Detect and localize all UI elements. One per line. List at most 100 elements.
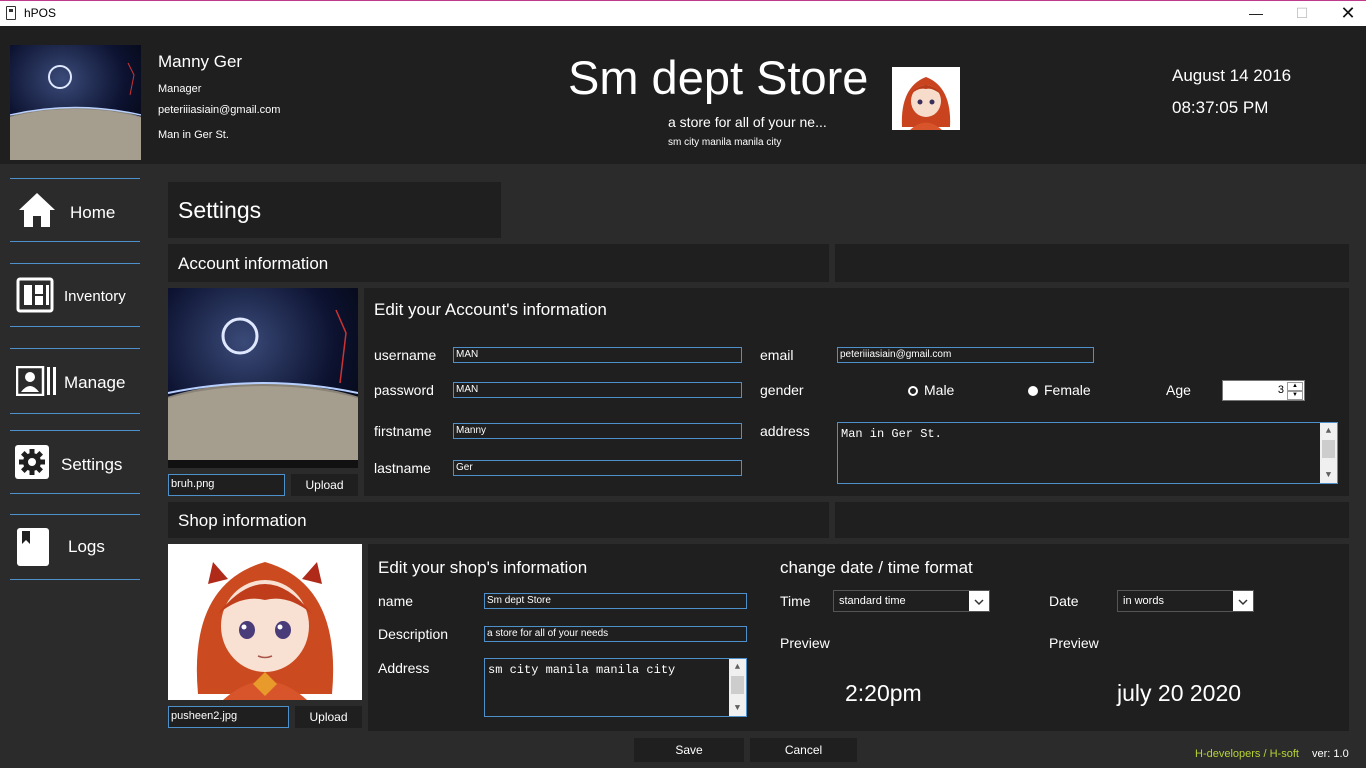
- sidebar-item-home[interactable]: Home: [10, 178, 140, 242]
- chevron-down-icon: [969, 591, 989, 611]
- password-label: password: [374, 382, 434, 398]
- sidebar-item-logs[interactable]: Logs: [10, 514, 140, 580]
- scroll-up-icon[interactable]: ▲: [729, 659, 746, 675]
- date-format-label: Date: [1049, 593, 1079, 609]
- time-preview-value: 2:20pm: [845, 680, 922, 706]
- store-address: sm city manila manila city: [668, 137, 782, 148]
- username-field[interactable]: MAN: [453, 347, 742, 363]
- shop-address-label: Address: [378, 660, 430, 676]
- cancel-button[interactable]: Cancel: [750, 738, 857, 762]
- time-format-label: Time: [780, 593, 811, 609]
- shop-header-filler: [835, 502, 1349, 538]
- manage-icon: [16, 366, 56, 396]
- address-field[interactable]: Man in Ger St. ▲ ▼: [837, 422, 1338, 484]
- address-label: address: [760, 423, 810, 439]
- store-name: Sm dept Store: [568, 51, 869, 104]
- home-icon: [19, 193, 55, 227]
- account-upload-button[interactable]: Upload: [291, 474, 358, 496]
- shop-edit-title: Edit your shop's information: [378, 558, 588, 577]
- date-preview-value: july 20 2020: [1117, 680, 1242, 706]
- firstname-field[interactable]: Manny: [453, 423, 742, 439]
- header-date: August 14 2016: [1172, 66, 1292, 85]
- scroll-up-icon[interactable]: ▲: [1320, 423, 1337, 439]
- save-button[interactable]: Save: [634, 738, 744, 762]
- radio-unselected-icon: [908, 386, 918, 396]
- lastname-field[interactable]: Ger: [453, 460, 742, 476]
- page-title-box: Settings: [168, 182, 501, 238]
- gender-label: gender: [760, 382, 804, 398]
- maximize-button[interactable]: ☐: [1279, 1, 1325, 26]
- shop-photo: [168, 544, 362, 700]
- scroll-thumb[interactable]: [1322, 440, 1335, 458]
- time-preview-label: Preview: [780, 635, 830, 651]
- sidebar-item-settings[interactable]: Settings: [10, 430, 140, 494]
- store-tagline: a store for all of your ne...: [668, 114, 827, 130]
- sidebar-item-inventory[interactable]: Inventory: [10, 263, 140, 327]
- gear-icon: [15, 445, 49, 479]
- shop-photo-filename[interactable]: pusheen2.jpg: [168, 706, 289, 728]
- address-scrollbar[interactable]: ▲ ▼: [1320, 423, 1337, 483]
- shop-address-field[interactable]: sm city manila manila city ▲ ▼: [484, 658, 747, 717]
- sidebar-item-manage[interactable]: Manage: [10, 348, 140, 414]
- page-title: Settings: [178, 197, 262, 223]
- shop-name-field[interactable]: Sm dept Store: [484, 593, 747, 609]
- age-value: 3: [1277, 384, 1284, 396]
- user-role: Manager: [158, 83, 202, 95]
- password-field[interactable]: MAN: [453, 382, 742, 398]
- user-address: Man in Ger St.: [158, 129, 229, 141]
- header-time: 08:37:05 PM: [1172, 98, 1269, 117]
- account-section-title: Account information: [178, 254, 329, 273]
- gender-female-radio[interactable]: Female: [1028, 382, 1091, 398]
- spin-up-icon[interactable]: ▲: [1287, 382, 1303, 391]
- sidebar: Home Inventory Manage Settings Logs: [0, 164, 150, 768]
- lastname-label: lastname: [374, 460, 431, 476]
- shop-upload-button[interactable]: Upload: [295, 706, 362, 728]
- sidebar-item-label: Logs: [68, 537, 105, 556]
- inventory-icon: [16, 277, 54, 313]
- scroll-down-icon[interactable]: ▼: [729, 700, 746, 716]
- sidebar-item-label: Inventory: [64, 288, 126, 305]
- store-logo: [892, 67, 960, 130]
- sidebar-item-label: Manage: [64, 373, 126, 392]
- header: Manny Ger Manager peteriiiasiain@gmail.c…: [0, 26, 1366, 164]
- email-label: email: [760, 347, 794, 363]
- close-button[interactable]: ✕: [1325, 1, 1366, 26]
- account-section-header: Account information: [168, 244, 829, 282]
- shop-section-header: Shop information: [168, 502, 829, 538]
- user-email: peteriiiasiain@gmail.com: [158, 104, 281, 116]
- shop-address-scrollbar[interactable]: ▲ ▼: [729, 659, 746, 716]
- user-name: Manny Ger: [158, 52, 243, 71]
- time-format-select[interactable]: standard time: [833, 590, 990, 612]
- credits-text: H-developers / H-soft: [1195, 748, 1299, 760]
- scroll-thumb[interactable]: [731, 676, 744, 694]
- sidebar-item-label: Home: [70, 203, 116, 222]
- date-format-value: in words: [1123, 595, 1164, 607]
- window-title: hPOS: [24, 6, 57, 20]
- minimize-button[interactable]: —: [1233, 1, 1279, 26]
- date-format-select[interactable]: in words: [1117, 590, 1254, 612]
- shop-description-field[interactable]: a store for all of your needs: [484, 626, 747, 642]
- account-photo-filename[interactable]: bruh.png: [168, 474, 285, 496]
- user-avatar: [10, 45, 141, 160]
- version-text: ver: 1.0: [1312, 748, 1349, 760]
- email-field[interactable]: peteriiiasiain@gmail.com: [837, 347, 1094, 363]
- shop-name-label: name: [378, 593, 414, 609]
- gender-male-radio[interactable]: Male: [908, 382, 954, 398]
- age-stepper[interactable]: 3 ▲ ▼: [1222, 380, 1305, 401]
- username-label: username: [374, 347, 437, 363]
- date-preview-label: Preview: [1049, 635, 1099, 651]
- spin-down-icon[interactable]: ▼: [1287, 391, 1303, 400]
- shop-address-text: sm city manila manila city: [488, 663, 676, 677]
- chevron-down-icon: [1233, 591, 1253, 611]
- address-text: Man in Ger St.: [841, 427, 942, 441]
- age-label: Age: [1166, 382, 1191, 398]
- firstname-label: firstname: [374, 423, 432, 439]
- book-icon: [17, 528, 49, 566]
- account-header-filler: [835, 244, 1349, 282]
- time-format-value: standard time: [839, 595, 906, 607]
- app-icon: [6, 6, 16, 20]
- radio-selected-icon: [1028, 386, 1038, 396]
- shop-section-title: Shop information: [178, 511, 307, 530]
- scroll-down-icon[interactable]: ▼: [1320, 467, 1337, 483]
- title-bar: hPOS — ☐ ✕: [0, 0, 1366, 26]
